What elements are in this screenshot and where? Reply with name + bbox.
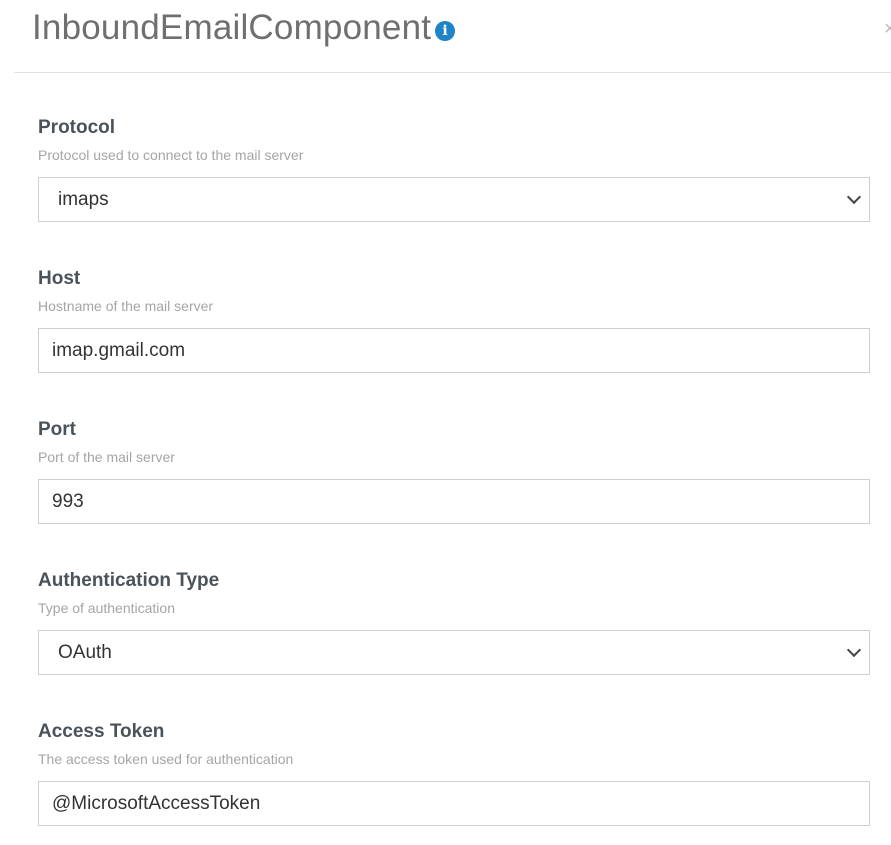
host-label: Host: [38, 268, 81, 289]
protocol-hint: Protocol used to connect to the mail ser…: [38, 147, 304, 163]
protocol-select[interactable]: imaps: [38, 177, 870, 222]
auth-type-hint: Type of authentication: [38, 600, 175, 616]
close-icon[interactable]: ×: [884, 18, 891, 41]
auth-type-select[interactable]: OAuth: [38, 630, 870, 675]
port-hint: Port of the mail server: [38, 449, 175, 465]
header-divider: [14, 72, 891, 73]
dialog-header: InboundEmailComponent i ×: [0, 0, 891, 72]
protocol-select-value: imaps: [58, 189, 109, 210]
access-token-input[interactable]: @MicrosoftAccessToken: [38, 781, 870, 826]
port-label: Port: [38, 419, 76, 440]
chevron-down-icon: [846, 189, 862, 205]
host-hint: Hostname of the mail server: [38, 298, 214, 314]
auth-type-label: Authentication Type: [38, 570, 220, 591]
info-circle-icon[interactable]: i: [435, 21, 456, 41]
auth-type-field: Authentication Type Type of authenticati…: [38, 569, 870, 675]
access-token-hint: The access token used for authentication: [38, 751, 294, 767]
host-input-value: imap.gmail.com: [52, 340, 186, 361]
access-token-input-value: @MicrosoftAccessToken: [52, 793, 261, 814]
access-token-label: Access Token: [38, 721, 165, 742]
chevron-down-icon: [846, 642, 862, 658]
host-field: Host Hostname of the mail server imap.gm…: [38, 267, 870, 373]
port-input-value: 993: [52, 491, 84, 512]
host-input[interactable]: imap.gmail.com: [38, 328, 870, 373]
dialog-title: InboundEmailComponent: [32, 8, 432, 47]
port-input[interactable]: 993: [38, 479, 870, 524]
port-field: Port Port of the mail server 993: [38, 418, 870, 524]
access-token-field: Access Token The access token used for a…: [38, 720, 870, 826]
auth-type-select-value: OAuth: [58, 642, 112, 663]
dialog-title-row: InboundEmailComponent i: [32, 8, 456, 48]
protocol-field: Protocol Protocol used to connect to the…: [38, 116, 870, 222]
protocol-label: Protocol: [38, 117, 116, 138]
